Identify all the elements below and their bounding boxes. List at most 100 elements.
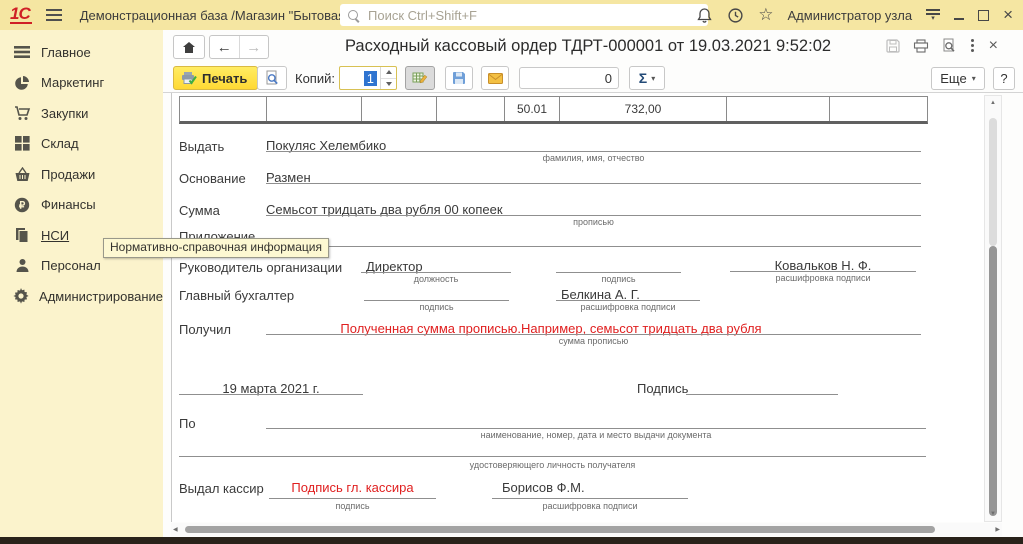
notifications-bell-icon[interactable] — [696, 7, 713, 24]
sidebar-item-zakupki[interactable]: Закупки — [0, 98, 163, 129]
maximize-icon[interactable] — [978, 10, 989, 21]
taskbar-edge — [0, 537, 1023, 544]
table-cell-amount: 732,00 — [560, 97, 727, 121]
main-menu-icon[interactable] — [46, 9, 62, 21]
scroll-up-icon[interactable]: ▲ — [990, 100, 996, 106]
scroll-left-icon[interactable]: ◀ — [173, 526, 178, 533]
printer-check-icon — [181, 71, 197, 86]
back-icon: ← — [217, 39, 232, 56]
field-line — [266, 334, 921, 335]
preview-icon[interactable] — [942, 38, 956, 53]
scroll-down-icon[interactable]: ▼ — [990, 511, 996, 517]
field-label-po: По — [179, 416, 196, 431]
menu-lines-icon — [13, 43, 31, 61]
table-cell — [267, 97, 362, 121]
signature-line — [686, 394, 838, 395]
field-label-osnovanie: Основание — [179, 171, 246, 186]
scroll-thumb[interactable] — [185, 526, 935, 533]
topbar-right-cluster: ☆ Администратор узла ▾ × — [696, 0, 1013, 30]
search-input[interactable] — [366, 7, 690, 24]
forward-button[interactable]: → — [240, 36, 269, 58]
vertical-scrollbar[interactable]: ▲ ▼ — [984, 95, 1002, 522]
print-icon[interactable] — [913, 39, 929, 53]
nsi-tooltip: Нормативно-справочная информация — [103, 238, 329, 258]
print-preview-area: 50.01 732,00 Выдать Покуляс Хелембико фа… — [163, 93, 1023, 537]
sidebar-item-finansy[interactable]: ₽ Финансы — [0, 190, 163, 221]
close-window-icon[interactable]: × — [989, 40, 998, 52]
field-label-summa: Сумма — [179, 203, 220, 218]
sum-button[interactable]: Σ ▾ — [629, 66, 665, 90]
help-button[interactable]: ? — [993, 67, 1015, 90]
spin-down-icon[interactable] — [381, 78, 396, 90]
sidebar-item-prodazhi[interactable]: Продажи — [0, 159, 163, 190]
field-caption: фамилия, имя, отчество — [266, 153, 921, 163]
scroll-track[interactable] — [989, 118, 997, 246]
field-line — [266, 246, 921, 247]
scroll-right-icon[interactable]: ▶ — [995, 526, 1000, 533]
cart-icon — [13, 104, 31, 122]
table-cell — [437, 97, 505, 121]
spin-up-icon[interactable] — [381, 67, 396, 78]
sidebar-item-glavnoe[interactable]: Главное — [0, 37, 163, 68]
field-caption: подпись — [269, 501, 436, 511]
search-icon — [348, 10, 358, 20]
kebab-menu-icon[interactable] — [969, 39, 976, 52]
screen: 1С Демонстрационная база /Магазин "Бытов… — [0, 0, 1023, 544]
1c-logo-icon: 1С — [10, 6, 32, 24]
preview-button[interactable] — [257, 66, 287, 90]
window-header: ← → Расходный кассовый ордер ТДРТ-000001… — [163, 30, 1023, 63]
field-label-vydal-kassir: Выдал кассир — [179, 481, 264, 496]
favorites-star-icon[interactable]: ☆ — [758, 5, 773, 25]
sidebar-item-administrirovanie[interactable]: Администрирование — [0, 281, 163, 312]
form-toolbar: Печать Копий: 1 0 — [163, 63, 1023, 93]
minimize-icon[interactable] — [954, 18, 964, 20]
field-caption: подпись — [556, 274, 681, 284]
edit-layout-button[interactable] — [405, 66, 435, 90]
signature-line — [364, 300, 509, 301]
save-icon-disabled[interactable] — [886, 39, 900, 53]
save-button[interactable] — [445, 66, 473, 90]
preview-doc-icon — [265, 70, 279, 86]
field-caption: расшифровка подписи — [730, 273, 916, 283]
email-button[interactable] — [481, 66, 509, 90]
table-cell-account: 50.01 — [505, 97, 560, 121]
signature-line — [492, 498, 688, 499]
back-button[interactable]: ← — [210, 36, 240, 58]
sidebar-item-marketing[interactable]: Маркетинг — [0, 68, 163, 99]
svg-text:₽: ₽ — [19, 200, 26, 211]
copies-value[interactable]: 1 — [340, 67, 380, 89]
counter-field[interactable]: 0 — [519, 67, 619, 89]
close-app-icon[interactable]: × — [1003, 7, 1013, 23]
basket-icon — [13, 165, 31, 183]
copies-spinner[interactable]: 1 — [339, 66, 397, 90]
sidebar-item-sklad[interactable]: Склад — [0, 129, 163, 160]
cash-order-document: 50.01 732,00 Выдать Покуляс Хелембико фа… — [171, 93, 985, 522]
service-menu-icon[interactable]: ▾ — [926, 9, 940, 21]
more-button[interactable]: Еще ▾ — [931, 67, 985, 90]
copies-label: Копий: — [295, 71, 335, 86]
horizontal-scrollbar[interactable]: ◀ ▶ — [171, 523, 1002, 536]
home-button[interactable] — [173, 35, 205, 59]
window-header-icons: × — [886, 38, 998, 53]
grid-boxes-icon — [13, 135, 31, 153]
signature-line — [730, 271, 916, 272]
signature-line — [556, 300, 700, 301]
spinner-arrows — [380, 67, 396, 89]
current-user-label[interactable]: Администратор узла — [788, 8, 913, 23]
history-icon[interactable] — [727, 7, 744, 24]
accounts-table: 50.01 732,00 — [179, 96, 928, 124]
field-caption: удостоверяющего личность получателя — [179, 460, 926, 470]
field-caption: должность — [361, 274, 511, 284]
ruble-circle-icon: ₽ — [13, 196, 31, 214]
global-search[interactable] — [340, 4, 708, 26]
print-button[interactable]: Печать — [173, 66, 258, 90]
field-line — [179, 456, 926, 457]
field-label-glavbuh: Главный бухгалтер — [179, 288, 294, 303]
field-caption: расшифровка подписи — [492, 501, 688, 511]
signature-line — [556, 272, 681, 273]
person-icon — [13, 257, 31, 275]
table-pencil-icon — [412, 71, 428, 85]
gear-icon — [13, 287, 29, 305]
table-cell — [362, 97, 437, 121]
scroll-thumb[interactable] — [989, 246, 997, 516]
